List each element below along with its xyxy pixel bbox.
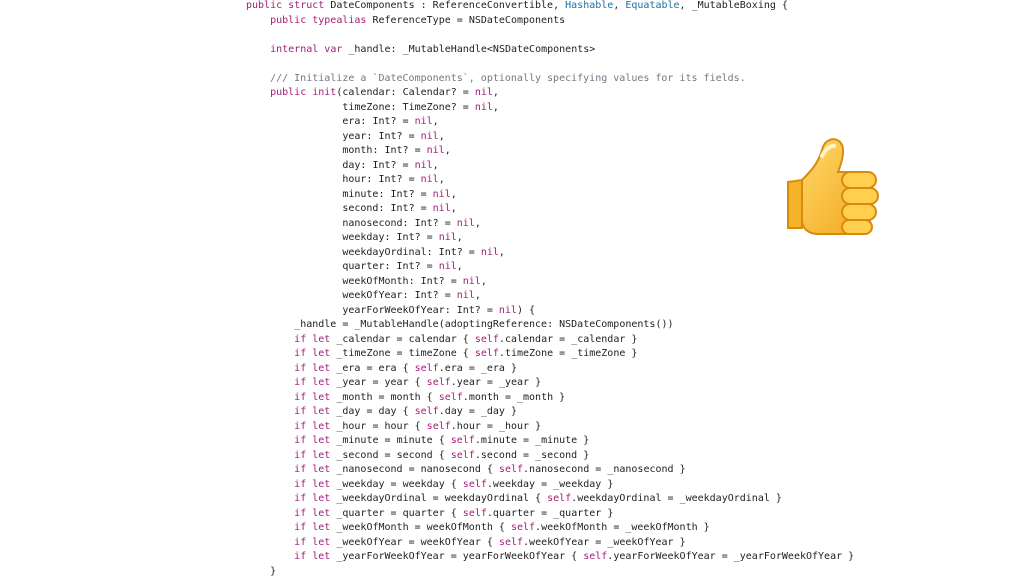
code-line: if let _nanosecond = nanosecond { self.n… — [246, 463, 854, 478]
code-block: public struct DateComponents : Reference… — [246, 0, 854, 579]
code-line: year: Int? = nil, — [246, 130, 854, 145]
code-line: _handle = _MutableHandle(adoptingReferen… — [246, 318, 854, 333]
code-line: if let _calendar = calendar { self.calen… — [246, 333, 854, 348]
code-line: if let _minute = minute { self.minute = … — [246, 434, 854, 449]
code-line: if let _month = month { self.month = _mo… — [246, 391, 854, 406]
code-line: weekday: Int? = nil, — [246, 231, 854, 246]
code-line: hour: Int? = nil, — [246, 173, 854, 188]
code-line: nanosecond: Int? = nil, — [246, 217, 854, 232]
code-line: } — [246, 565, 854, 579]
code-line: day: Int? = nil, — [246, 159, 854, 174]
code-line: public typealias ReferenceType = NSDateC… — [246, 14, 854, 29]
code-line: if let _weekOfYear = weekOfYear { self.w… — [246, 536, 854, 551]
code-line: quarter: Int? = nil, — [246, 260, 854, 275]
code-line — [246, 28, 854, 43]
code-line: weekOfYear: Int? = nil, — [246, 289, 854, 304]
code-line: public struct DateComponents : Reference… — [246, 0, 854, 14]
code-line: era: Int? = nil, — [246, 115, 854, 130]
code-line: minute: Int? = nil, — [246, 188, 854, 203]
code-line: if let _quarter = quarter { self.quarter… — [246, 507, 854, 522]
code-line: month: Int? = nil, — [246, 144, 854, 159]
code-line: public init(calendar: Calendar? = nil, — [246, 86, 854, 101]
code-line: /// Initialize a `DateComponents`, optio… — [246, 72, 854, 87]
code-line: timeZone: TimeZone? = nil, — [246, 101, 854, 116]
code-line: if let _timeZone = timeZone { self.timeZ… — [246, 347, 854, 362]
code-line: yearForWeekOfYear: Int? = nil) { — [246, 304, 854, 319]
code-line: if let _hour = hour { self.hour = _hour … — [246, 420, 854, 435]
code-line: if let _yearForWeekOfYear = yearForWeekO… — [246, 550, 854, 565]
code-line: if let _second = second { self.second = … — [246, 449, 854, 464]
code-line: second: Int? = nil, — [246, 202, 854, 217]
code-line: weekdayOrdinal: Int? = nil, — [246, 246, 854, 261]
code-line: if let _era = era { self.era = _era } — [246, 362, 854, 377]
code-line: if let _day = day { self.day = _day } — [246, 405, 854, 420]
thumbs-up-icon — [782, 128, 892, 238]
code-line: if let _weekOfMonth = weekOfMonth { self… — [246, 521, 854, 536]
code-line: weekOfMonth: Int? = nil, — [246, 275, 854, 290]
code-line: if let _weekdayOrdinal = weekdayOrdinal … — [246, 492, 854, 507]
code-line: if let _year = year { self.year = _year … — [246, 376, 854, 391]
code-line: internal var _handle: _MutableHandle<NSD… — [246, 43, 854, 58]
code-line — [246, 57, 854, 72]
code-line: if let _weekday = weekday { self.weekday… — [246, 478, 854, 493]
